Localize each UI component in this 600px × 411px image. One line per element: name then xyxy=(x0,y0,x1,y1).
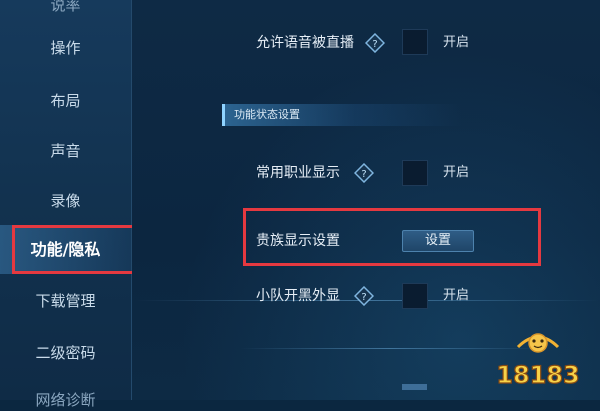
sidebar-item-network-diagnosis[interactable]: 网络诊断 xyxy=(0,389,131,411)
watermark-text: 18183 xyxy=(496,361,580,389)
section-title-function-status: 功能状态设置 xyxy=(234,108,300,121)
sidebar-item-replay[interactable]: 录像 xyxy=(0,190,131,212)
question-diamond-icon[interactable]: ? xyxy=(354,163,374,183)
svg-text:?: ? xyxy=(361,169,366,180)
toggle-squad-display[interactable] xyxy=(402,283,428,309)
sidebar-item-controls[interactable]: 操作 xyxy=(0,37,131,59)
sidebar-item-partial-top[interactable]: 说率 xyxy=(0,0,131,16)
row-label-allow-voice-broadcast: 允许语音被直播 xyxy=(256,35,354,51)
noble-row-highlight-box xyxy=(243,208,541,266)
question-diamond-icon[interactable]: ? xyxy=(354,286,374,306)
sidebar-item-download-manager[interactable]: 下载管理 xyxy=(0,290,131,312)
svg-text:?: ? xyxy=(361,292,366,303)
question-diamond-icon[interactable]: ? xyxy=(365,33,385,53)
row-label-common-role-display: 常用职业显示 xyxy=(256,165,340,181)
sidebar-item-sound[interactable]: 声音 xyxy=(0,140,131,162)
toggle-label-on: 开启 xyxy=(443,35,470,50)
toggle-allow-voice-broadcast[interactable] xyxy=(402,29,428,55)
toggle-label-on: 开启 xyxy=(443,165,470,180)
sidebar-item-secondary-password[interactable]: 二级密码 xyxy=(0,342,131,364)
toggle-common-role-display[interactable] xyxy=(402,160,428,186)
site-watermark-logo: 18183 xyxy=(496,333,580,390)
partial-control-bottom xyxy=(402,384,427,390)
sidebar-item-layout[interactable]: 布局 xyxy=(0,90,131,112)
row-label-squad-display: 小队开黑外显 xyxy=(256,288,340,304)
section-header-marker xyxy=(222,104,225,126)
svg-text:?: ? xyxy=(372,39,377,50)
toggle-label-on: 开启 xyxy=(443,288,470,303)
